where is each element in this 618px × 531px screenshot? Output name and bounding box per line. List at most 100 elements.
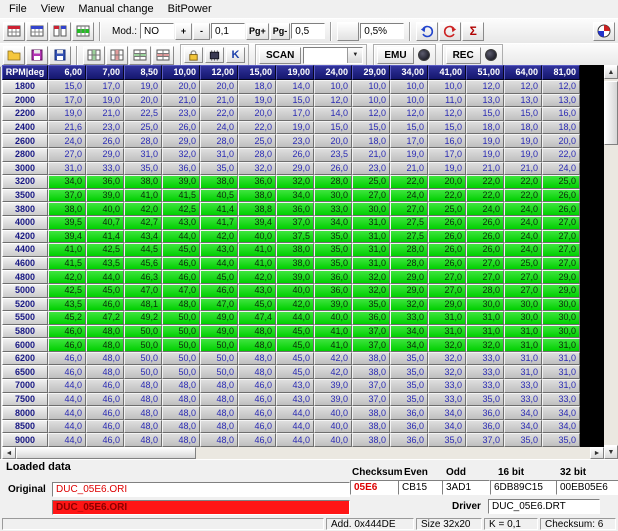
map-cell[interactable]: 32,0 [428, 338, 466, 352]
map-cell[interactable]: 27,0 [466, 270, 504, 284]
vertical-scroll-track[interactable] [604, 79, 618, 445]
map-cell[interactable]: 44,0 [162, 230, 200, 244]
map-original-button[interactable] [3, 22, 25, 41]
map-cell[interactable]: 48,0 [238, 352, 276, 366]
map-cell[interactable]: 35,0 [542, 433, 580, 447]
map-cell[interactable]: 31,0 [504, 365, 542, 379]
map-cell[interactable]: 50,0 [200, 352, 238, 366]
map-cell[interactable]: 14,0 [314, 107, 352, 121]
map-cell[interactable]: 31,0 [466, 325, 504, 339]
step-minus-button[interactable]: - [193, 23, 210, 40]
map-cell[interactable]: 26,0 [428, 230, 466, 244]
row-header[interactable]: 4000 [2, 216, 48, 230]
map-cell[interactable]: 34,0 [390, 325, 428, 339]
map-cell[interactable]: 29,0 [542, 270, 580, 284]
map-cell[interactable]: 47,4 [238, 311, 276, 325]
map-cell[interactable]: 35,0 [314, 230, 352, 244]
map-cell[interactable]: 20,0 [162, 80, 200, 94]
scroll-down-arrow-icon[interactable]: ▼ [604, 445, 618, 459]
map-cell[interactable]: 48,0 [162, 298, 200, 312]
map-cell[interactable]: 45,0 [238, 298, 276, 312]
map-cell[interactable]: 50,0 [162, 352, 200, 366]
emu-button[interactable]: EMU [377, 47, 413, 64]
map-cell[interactable]: 42,0 [238, 270, 276, 284]
column-header[interactable]: 34,00 [390, 65, 428, 80]
map-cell[interactable]: 48,0 [238, 325, 276, 339]
map-cell[interactable]: 27,5 [390, 216, 428, 230]
map-cell[interactable]: 42,0 [276, 298, 314, 312]
map-cell[interactable]: 28,0 [124, 134, 162, 148]
map-cell[interactable]: 19,0 [124, 80, 162, 94]
map-cell[interactable]: 19,0 [48, 107, 86, 121]
map-cell[interactable]: 35,0 [428, 433, 466, 447]
map-cell[interactable]: 31,0 [428, 311, 466, 325]
map-cell[interactable]: 35,0 [314, 257, 352, 271]
checksum-button[interactable]: Σ [462, 22, 484, 41]
map-cell[interactable]: 10,0 [352, 94, 390, 108]
map-cell[interactable]: 32,0 [428, 352, 466, 366]
map-cell[interactable]: 46,0 [86, 420, 124, 434]
map-cell[interactable]: 45,6 [124, 257, 162, 271]
map-cell[interactable]: 22,0 [238, 121, 276, 135]
map-cell[interactable]: 36,0 [238, 175, 276, 189]
map-cell[interactable]: 39,5 [48, 216, 86, 230]
map-cell[interactable]: 25,0 [238, 134, 276, 148]
map-cell[interactable]: 31,0 [466, 311, 504, 325]
map-cell[interactable]: 43,5 [48, 298, 86, 312]
map-cell[interactable]: 24,0 [200, 121, 238, 135]
map-cell[interactable]: 25,0 [428, 202, 466, 216]
map-cell[interactable]: 29,0 [390, 270, 428, 284]
map-cell[interactable]: 32,0 [428, 365, 466, 379]
map-cell[interactable]: 40,0 [238, 230, 276, 244]
column-header[interactable]: 19,00 [276, 65, 314, 80]
map-cell[interactable]: 39,0 [276, 270, 314, 284]
map-cell[interactable]: 46,0 [86, 379, 124, 393]
map-cell[interactable]: 31,0 [428, 325, 466, 339]
map-cell[interactable]: 48,0 [200, 406, 238, 420]
map-cell[interactable]: 48,0 [200, 379, 238, 393]
map-cell[interactable]: 46,0 [86, 298, 124, 312]
map-cell[interactable]: 26,0 [466, 230, 504, 244]
row-header[interactable]: 2800 [2, 148, 48, 162]
map-cell[interactable]: 14,0 [276, 80, 314, 94]
map-cell[interactable]: 40,0 [276, 284, 314, 298]
modified-file-field[interactable]: DUC_05E6.ORI [52, 500, 350, 515]
map-cell[interactable]: 32,0 [352, 284, 390, 298]
map-cell[interactable]: 33,0 [466, 352, 504, 366]
map-cell[interactable]: 10,0 [390, 80, 428, 94]
map-cell[interactable]: 48,0 [200, 420, 238, 434]
map-cell[interactable]: 24,0 [504, 230, 542, 244]
map-cell[interactable]: 47,0 [124, 284, 162, 298]
map-cell[interactable]: 28,0 [238, 148, 276, 162]
map-cell[interactable]: 46,0 [238, 420, 276, 434]
map-cell[interactable]: 35,0 [314, 243, 352, 257]
map-cell[interactable]: 43,0 [276, 379, 314, 393]
original-file-field[interactable]: DUC_05E6.ORI [52, 482, 350, 497]
map-cell[interactable]: 22,0 [504, 189, 542, 203]
row-header[interactable]: 5200 [2, 298, 48, 312]
map-cell[interactable]: 31,0 [542, 338, 580, 352]
row-header[interactable]: 7500 [2, 393, 48, 407]
row-header[interactable]: 9000 [2, 433, 48, 447]
map-cell[interactable]: 48,0 [162, 420, 200, 434]
map-cell[interactable]: 45,0 [276, 365, 314, 379]
map-cell[interactable]: 21,0 [466, 162, 504, 176]
map-cell[interactable]: 35,0 [390, 365, 428, 379]
map-cell[interactable]: 44,0 [276, 406, 314, 420]
map-cell[interactable]: 37,0 [352, 393, 390, 407]
map-cell[interactable]: 31,0 [542, 365, 580, 379]
map-cell[interactable]: 17,0 [48, 94, 86, 108]
map-cell[interactable]: 21,0 [86, 107, 124, 121]
map-cell[interactable]: 35,0 [390, 379, 428, 393]
map-cell[interactable]: 38,8 [238, 202, 276, 216]
map-cell[interactable]: 15,0 [428, 121, 466, 135]
map-cell[interactable]: 49,0 [200, 311, 238, 325]
map-cell[interactable]: 19,0 [276, 121, 314, 135]
map-cell[interactable]: 34,0 [428, 420, 466, 434]
map-cell[interactable]: 48,0 [124, 420, 162, 434]
map-cell[interactable]: 50,0 [162, 311, 200, 325]
map-cell[interactable]: 45,0 [162, 243, 200, 257]
map-cell[interactable]: 15,0 [466, 107, 504, 121]
map-cell[interactable]: 46,0 [238, 433, 276, 447]
map-cell[interactable]: 40,0 [314, 406, 352, 420]
